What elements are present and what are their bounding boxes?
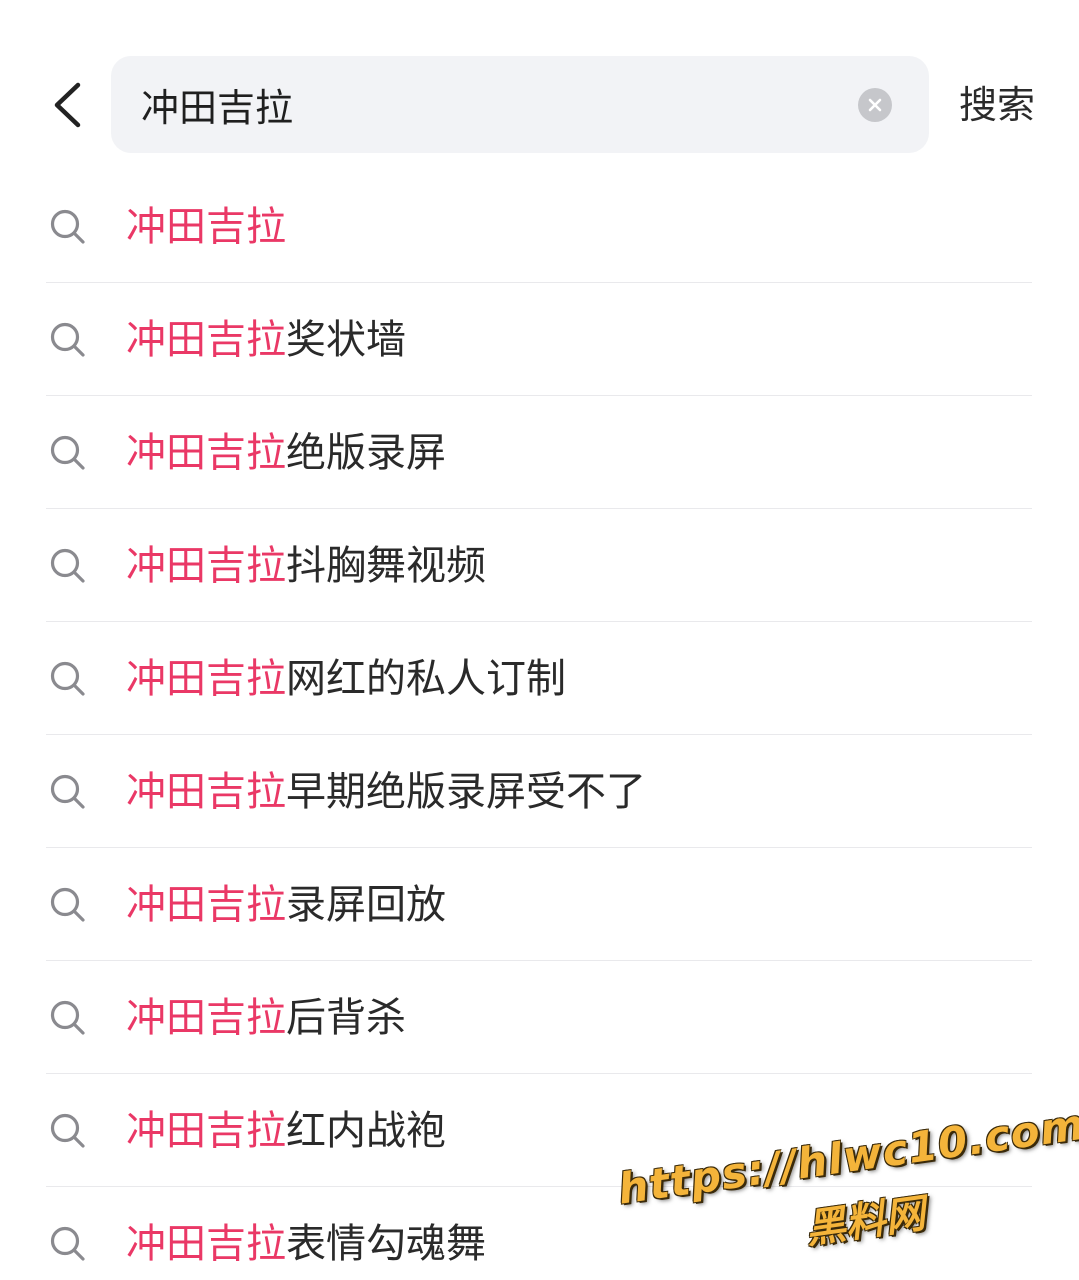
- suggestion-highlight: 冲田吉拉: [126, 204, 286, 250]
- search-button[interactable]: 搜索: [952, 76, 1042, 134]
- clear-circle-icon: [868, 98, 882, 112]
- suggestion-item[interactable]: 冲田吉拉抖胸舞视频: [0, 509, 1079, 622]
- suggestion-rest: 录屏回放: [286, 882, 446, 928]
- clear-button[interactable]: [858, 88, 892, 122]
- suggestion-rest: 绝版录屏: [286, 430, 446, 476]
- suggestion-rest: 抖胸舞视频: [286, 543, 486, 589]
- suggestion-text: 冲田吉拉抖胸舞视频: [126, 537, 486, 595]
- chevron-left-icon: [54, 82, 81, 128]
- search-input[interactable]: [141, 56, 841, 153]
- suggestion-item[interactable]: 冲田吉拉绝版录屏: [0, 396, 1079, 509]
- search-icon: [50, 1000, 85, 1035]
- suggestion-rest: 红内战袍: [286, 1108, 446, 1154]
- search-icon: [50, 435, 85, 470]
- suggestion-highlight: 冲田吉拉: [126, 769, 286, 815]
- search-box[interactable]: [111, 56, 929, 153]
- suggestion-text: 冲田吉拉后背杀: [126, 989, 406, 1047]
- suggestion-text: 冲田吉拉奖状墙: [126, 311, 406, 369]
- search-page: 搜索 冲田吉拉 冲田吉拉奖状墙 冲田吉拉绝版录屏 冲田吉拉抖胸舞视频 冲田吉拉网…: [0, 0, 1079, 1280]
- suggestion-rest: 网红的私人订制: [286, 656, 566, 702]
- suggestion-text: 冲田吉拉表情勾魂舞: [126, 1215, 486, 1273]
- suggestion-rest: 奖状墙: [286, 317, 406, 363]
- suggestion-rest: 早期绝版录屏受不了: [286, 769, 646, 815]
- suggestion-item[interactable]: 冲田吉拉后背杀: [0, 961, 1079, 1074]
- suggestion-text: 冲田吉拉录屏回放: [126, 876, 446, 934]
- suggestion-highlight: 冲田吉拉: [126, 1108, 286, 1154]
- suggestion-highlight: 冲田吉拉: [126, 317, 286, 363]
- search-icon: [50, 661, 85, 696]
- suggestion-text: 冲田吉拉早期绝版录屏受不了: [126, 763, 646, 821]
- search-icon: [50, 1113, 85, 1148]
- suggestion-list: 冲田吉拉 冲田吉拉奖状墙 冲田吉拉绝版录屏 冲田吉拉抖胸舞视频 冲田吉拉网红的私…: [0, 170, 1079, 1280]
- suggestion-highlight: 冲田吉拉: [126, 543, 286, 589]
- search-icon: [50, 548, 85, 583]
- suggestion-highlight: 冲田吉拉: [126, 995, 286, 1041]
- search-icon: [50, 209, 85, 244]
- suggestion-text: 冲田吉拉红内战袍: [126, 1102, 446, 1160]
- suggestion-item[interactable]: 冲田吉拉早期绝版录屏受不了: [0, 735, 1079, 848]
- suggestion-highlight: 冲田吉拉: [126, 882, 286, 928]
- suggestion-highlight: 冲田吉拉: [126, 1221, 286, 1267]
- suggestion-rest: 后背杀: [286, 995, 406, 1041]
- search-icon: [50, 322, 85, 357]
- search-header: 搜索: [0, 0, 1079, 170]
- suggestion-text: 冲田吉拉绝版录屏: [126, 424, 446, 482]
- suggestion-item[interactable]: 冲田吉拉录屏回放: [0, 848, 1079, 961]
- suggestion-text: 冲田吉拉: [126, 198, 286, 256]
- suggestion-highlight: 冲田吉拉: [126, 656, 286, 702]
- suggestion-item[interactable]: 冲田吉拉: [0, 170, 1079, 283]
- suggestion-item[interactable]: 冲田吉拉奖状墙: [0, 283, 1079, 396]
- search-icon: [50, 887, 85, 922]
- search-icon: [50, 1226, 85, 1261]
- back-button[interactable]: [40, 76, 94, 134]
- suggestion-item[interactable]: 冲田吉拉网红的私人订制: [0, 622, 1079, 735]
- suggestion-highlight: 冲田吉拉: [126, 430, 286, 476]
- suggestion-rest: 表情勾魂舞: [286, 1221, 486, 1267]
- suggestion-text: 冲田吉拉网红的私人订制: [126, 650, 566, 708]
- suggestion-item[interactable]: 冲田吉拉红内战袍: [0, 1074, 1079, 1187]
- search-icon: [50, 774, 85, 809]
- suggestion-item[interactable]: 冲田吉拉表情勾魂舞: [0, 1187, 1079, 1280]
